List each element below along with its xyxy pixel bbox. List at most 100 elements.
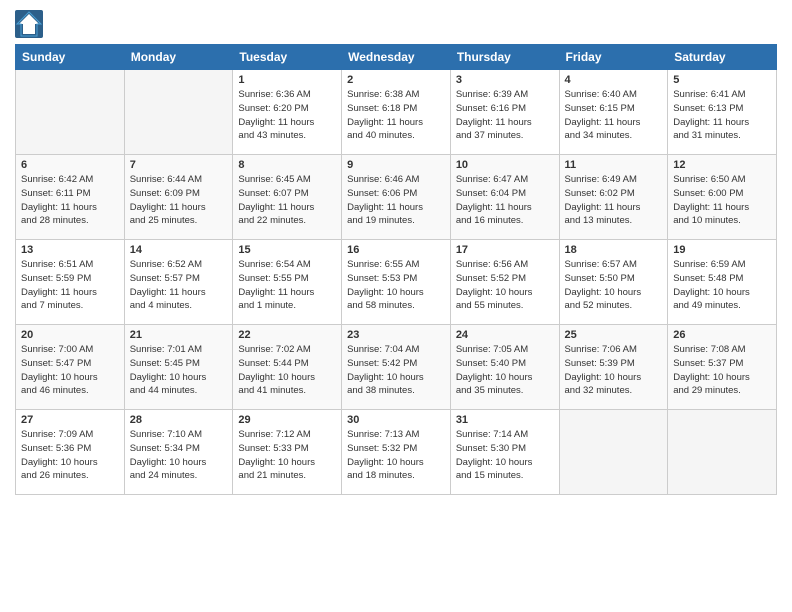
day-cell bbox=[559, 410, 668, 495]
day-number: 31 bbox=[456, 414, 554, 426]
day-info: Sunrise: 6:38 AM Sunset: 6:18 PM Dayligh… bbox=[347, 88, 445, 143]
week-row-4: 20 Sunrise: 7:00 AM Sunset: 5:47 PM Dayli… bbox=[16, 325, 777, 410]
day-info: Sunrise: 7:00 AM Sunset: 5:47 PM Dayligh… bbox=[21, 343, 119, 398]
day-number: 30 bbox=[347, 414, 445, 426]
day-number: 18 bbox=[565, 244, 663, 256]
day-info: Sunrise: 6:51 AM Sunset: 5:59 PM Dayligh… bbox=[21, 258, 119, 313]
day-number: 26 bbox=[673, 329, 771, 341]
week-row-1: 1 Sunrise: 6:36 AM Sunset: 6:20 PM Daylig… bbox=[16, 70, 777, 155]
day-number: 4 bbox=[565, 74, 663, 86]
day-cell: 8 Sunrise: 6:45 AM Sunset: 6:07 PM Daylig… bbox=[233, 155, 342, 240]
day-info: Sunrise: 6:54 AM Sunset: 5:55 PM Dayligh… bbox=[238, 258, 336, 313]
day-info: Sunrise: 7:02 AM Sunset: 5:44 PM Dayligh… bbox=[238, 343, 336, 398]
day-cell: 24Sunrise: 7:05 AM Sunset: 5:40 PM Dayli… bbox=[450, 325, 559, 410]
day-info: Sunrise: 6:36 AM Sunset: 6:20 PM Dayligh… bbox=[238, 88, 336, 143]
day-cell: 18 Sunrise: 6:57 AM Sunset: 5:50 PM Dayli… bbox=[559, 240, 668, 325]
day-cell: 31 Sunrise: 7:14 AM Sunset: 5:30 PM Dayli… bbox=[450, 410, 559, 495]
day-info: Sunrise: 6:40 AM Sunset: 6:15 PM Dayligh… bbox=[565, 88, 663, 143]
day-cell bbox=[16, 70, 125, 155]
day-cell: 9 Sunrise: 6:46 AM Sunset: 6:06 PM Daylig… bbox=[342, 155, 451, 240]
day-info: Sunrise: 7:14 AM Sunset: 5:30 PM Dayligh… bbox=[456, 428, 554, 483]
day-cell: 3Sunrise: 6:39 AM Sunset: 6:16 PM Daylig… bbox=[450, 70, 559, 155]
day-number: 13 bbox=[21, 244, 119, 256]
day-info: Sunrise: 6:52 AM Sunset: 5:57 PM Dayligh… bbox=[130, 258, 228, 313]
day-number: 20 bbox=[21, 329, 119, 341]
day-number: 5 bbox=[673, 74, 771, 86]
day-cell bbox=[668, 410, 777, 495]
day-number: 19 bbox=[673, 244, 771, 256]
day-number: 24 bbox=[456, 329, 554, 341]
day-info: Sunrise: 6:57 AM Sunset: 5:50 PM Dayligh… bbox=[565, 258, 663, 313]
day-info: Sunrise: 6:45 AM Sunset: 6:07 PM Dayligh… bbox=[238, 173, 336, 228]
day-number: 28 bbox=[130, 414, 228, 426]
day-header-thursday: Thursday bbox=[450, 45, 559, 70]
day-number: 29 bbox=[238, 414, 336, 426]
day-cell: 15 Sunrise: 6:54 AM Sunset: 5:55 PM Dayli… bbox=[233, 240, 342, 325]
day-cell: 28 Sunrise: 7:10 AM Sunset: 5:34 PM Dayli… bbox=[124, 410, 233, 495]
day-info: Sunrise: 6:44 AM Sunset: 6:09 PM Dayligh… bbox=[130, 173, 228, 228]
day-number: 15 bbox=[238, 244, 336, 256]
day-number: 3 bbox=[456, 74, 554, 86]
day-header-friday: Friday bbox=[559, 45, 668, 70]
day-cell: 16Sunrise: 6:55 AM Sunset: 5:53 PM Dayli… bbox=[342, 240, 451, 325]
day-number: 21 bbox=[130, 329, 228, 341]
day-number: 10 bbox=[456, 159, 554, 171]
day-cell bbox=[124, 70, 233, 155]
calendar-table: SundayMondayTuesdayWednesdayThursdayFrid… bbox=[15, 44, 777, 495]
day-cell: 7 Sunrise: 6:44 AM Sunset: 6:09 PM Daylig… bbox=[124, 155, 233, 240]
week-row-2: 6 Sunrise: 6:42 AM Sunset: 6:11 PM Daylig… bbox=[16, 155, 777, 240]
day-cell: 27 Sunrise: 7:09 AM Sunset: 5:36 PM Dayli… bbox=[16, 410, 125, 495]
day-cell: 25 Sunrise: 7:06 AM Sunset: 5:39 PM Dayli… bbox=[559, 325, 668, 410]
day-cell: 26 Sunrise: 7:08 AM Sunset: 5:37 PM Dayli… bbox=[668, 325, 777, 410]
day-cell: 19Sunrise: 6:59 AM Sunset: 5:48 PM Dayli… bbox=[668, 240, 777, 325]
day-number: 9 bbox=[347, 159, 445, 171]
day-number: 27 bbox=[21, 414, 119, 426]
day-info: Sunrise: 6:56 AM Sunset: 5:52 PM Dayligh… bbox=[456, 258, 554, 313]
day-number: 8 bbox=[238, 159, 336, 171]
day-number: 17 bbox=[456, 244, 554, 256]
day-cell: 17 Sunrise: 6:56 AM Sunset: 5:52 PM Dayli… bbox=[450, 240, 559, 325]
day-number: 14 bbox=[130, 244, 228, 256]
day-number: 16 bbox=[347, 244, 445, 256]
day-info: Sunrise: 7:10 AM Sunset: 5:34 PM Dayligh… bbox=[130, 428, 228, 483]
logo: G bbox=[15, 10, 47, 38]
day-number: 12 bbox=[673, 159, 771, 171]
calendar-header-row: SundayMondayTuesdayWednesdayThursdayFrid… bbox=[16, 45, 777, 70]
day-info: Sunrise: 7:13 AM Sunset: 5:32 PM Dayligh… bbox=[347, 428, 445, 483]
day-header-monday: Monday bbox=[124, 45, 233, 70]
day-info: Sunrise: 7:09 AM Sunset: 5:36 PM Dayligh… bbox=[21, 428, 119, 483]
day-number: 25 bbox=[565, 329, 663, 341]
week-row-5: 27 Sunrise: 7:09 AM Sunset: 5:36 PM Dayli… bbox=[16, 410, 777, 495]
day-header-wednesday: Wednesday bbox=[342, 45, 451, 70]
week-row-3: 13 Sunrise: 6:51 AM Sunset: 5:59 PM Dayli… bbox=[16, 240, 777, 325]
day-header-sunday: Sunday bbox=[16, 45, 125, 70]
day-info: Sunrise: 7:08 AM Sunset: 5:37 PM Dayligh… bbox=[673, 343, 771, 398]
day-info: Sunrise: 7:06 AM Sunset: 5:39 PM Dayligh… bbox=[565, 343, 663, 398]
day-cell: 6 Sunrise: 6:42 AM Sunset: 6:11 PM Daylig… bbox=[16, 155, 125, 240]
day-cell: 13 Sunrise: 6:51 AM Sunset: 5:59 PM Dayli… bbox=[16, 240, 125, 325]
day-cell: 5 Sunrise: 6:41 AM Sunset: 6:13 PM Daylig… bbox=[668, 70, 777, 155]
day-cell: 23Sunrise: 7:04 AM Sunset: 5:42 PM Dayli… bbox=[342, 325, 451, 410]
day-number: 1 bbox=[238, 74, 336, 86]
day-cell: 11 Sunrise: 6:49 AM Sunset: 6:02 PM Dayli… bbox=[559, 155, 668, 240]
day-cell: 10Sunrise: 6:47 AM Sunset: 6:04 PM Dayli… bbox=[450, 155, 559, 240]
day-cell: 12 Sunrise: 6:50 AM Sunset: 6:00 PM Dayli… bbox=[668, 155, 777, 240]
day-info: Sunrise: 6:46 AM Sunset: 6:06 PM Dayligh… bbox=[347, 173, 445, 228]
day-cell: 22Sunrise: 7:02 AM Sunset: 5:44 PM Dayli… bbox=[233, 325, 342, 410]
day-header-saturday: Saturday bbox=[668, 45, 777, 70]
day-cell: 2 Sunrise: 6:38 AM Sunset: 6:18 PM Daylig… bbox=[342, 70, 451, 155]
day-info: Sunrise: 7:04 AM Sunset: 5:42 PM Dayligh… bbox=[347, 343, 445, 398]
day-number: 7 bbox=[130, 159, 228, 171]
svg-text:G: G bbox=[25, 22, 33, 33]
day-info: Sunrise: 6:50 AM Sunset: 6:00 PM Dayligh… bbox=[673, 173, 771, 228]
day-number: 6 bbox=[21, 159, 119, 171]
day-cell: 30 Sunrise: 7:13 AM Sunset: 5:32 PM Dayli… bbox=[342, 410, 451, 495]
day-cell: 20 Sunrise: 7:00 AM Sunset: 5:47 PM Dayli… bbox=[16, 325, 125, 410]
day-info: Sunrise: 6:49 AM Sunset: 6:02 PM Dayligh… bbox=[565, 173, 663, 228]
header: G bbox=[15, 10, 777, 38]
day-info: Sunrise: 6:41 AM Sunset: 6:13 PM Dayligh… bbox=[673, 88, 771, 143]
day-number: 11 bbox=[565, 159, 663, 171]
day-info: Sunrise: 6:42 AM Sunset: 6:11 PM Dayligh… bbox=[21, 173, 119, 228]
day-number: 2 bbox=[347, 74, 445, 86]
calendar-body: 1 Sunrise: 6:36 AM Sunset: 6:20 PM Daylig… bbox=[16, 70, 777, 495]
